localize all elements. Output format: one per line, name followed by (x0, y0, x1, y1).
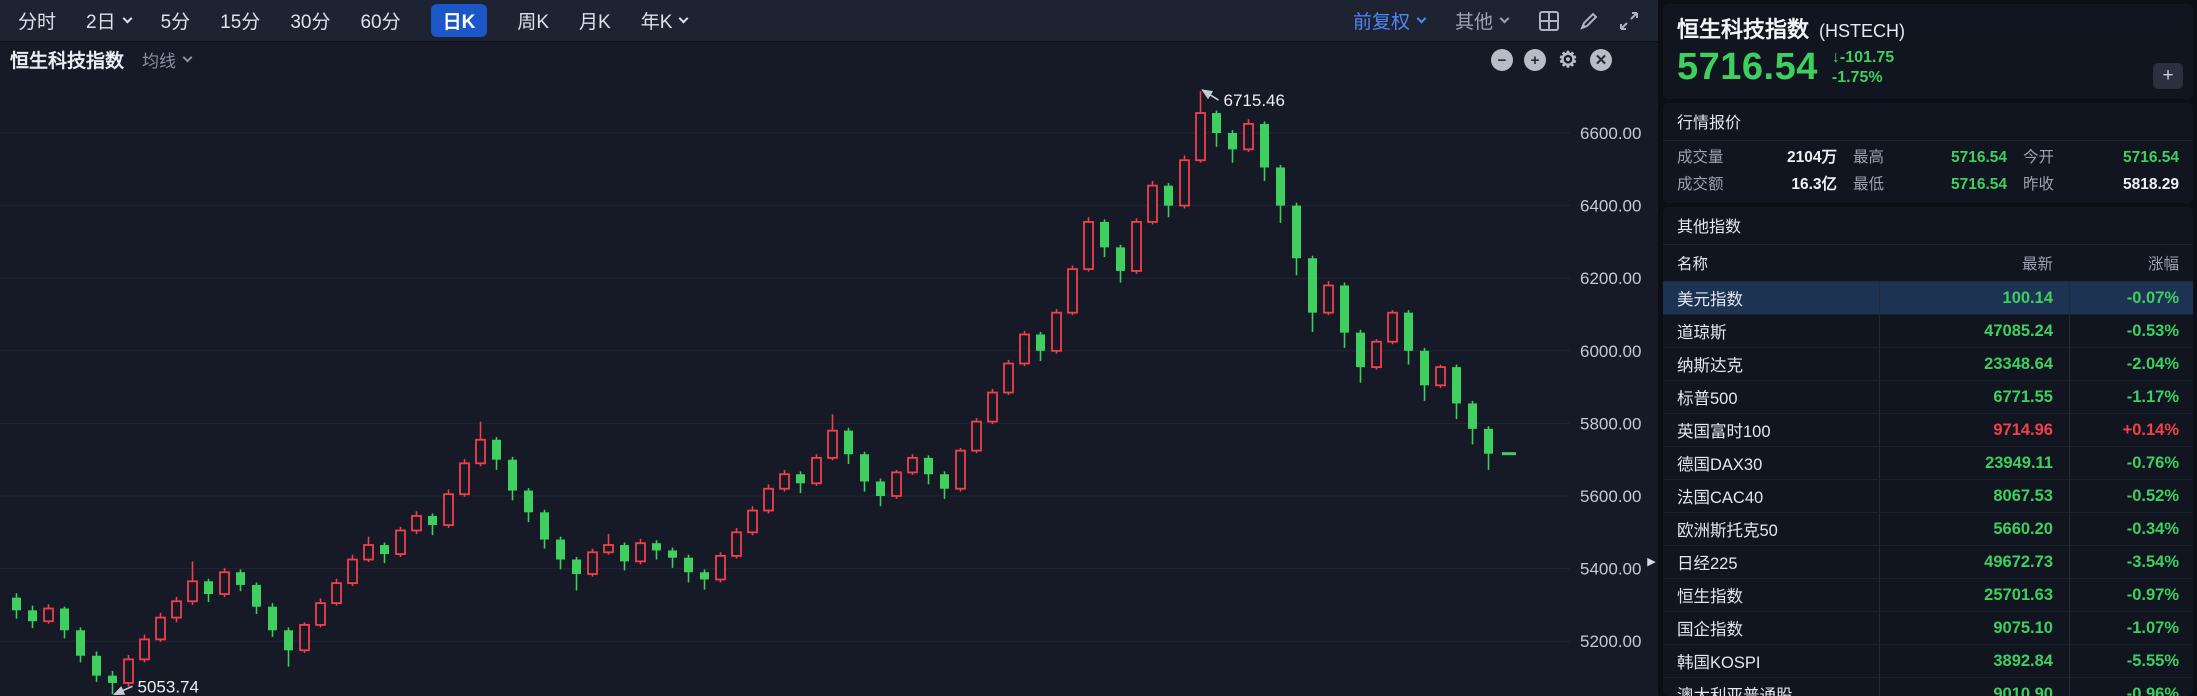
indices-section-title: 其他指数 (1663, 207, 2193, 245)
quote-field-成交量: 成交量2104万 (1677, 146, 1853, 169)
svg-text:6200.00: 6200.00 (1580, 269, 1641, 288)
period-5分[interactable]: 5分 (161, 7, 191, 34)
draw-brush-icon[interactable] (1578, 10, 1600, 32)
index-row-恒生指数[interactable]: 恒生指数25701.63-0.97% (1663, 579, 2193, 612)
indices-table-body: 美元指数100.14-0.07%道琼斯47085.24-0.53%纳斯达克233… (1663, 282, 2193, 696)
index-row-道琼斯[interactable]: 道琼斯47085.24-0.53% (1663, 315, 2193, 348)
chevron-down-icon (1500, 14, 1510, 24)
index-row-韩国KOSPI[interactable]: 韩国KOSPI3892.84-5.55% (1663, 645, 2193, 678)
quote-panel: 恒生科技指数 (HSTECH) 5716.54 ↓-101.75 -1.75% … (1658, 0, 2197, 696)
svg-text:5200.00: 5200.00 (1580, 632, 1641, 651)
kline-chart-pane: 恒生科技指数 均线 − + ⚙ ✕ 6600.006400.006200.006… (0, 42, 1658, 696)
quote-detail-card: 行情报价 成交量2104万最高5716.54今开5716.54 成交额16.3亿最… (1663, 103, 2193, 203)
period-2日[interactable]: 2日 (86, 7, 131, 34)
column-header-name: 名称 (1663, 252, 1879, 274)
toolbar-icons (1538, 10, 1640, 32)
svg-text:6000.00: 6000.00 (1580, 342, 1641, 361)
index-row-国企指数[interactable]: 国企指数9075.10-1.07% (1663, 612, 2193, 645)
ma-indicator-dropdown[interactable]: 均线 (142, 47, 191, 72)
layout-grid-icon[interactable] (1538, 10, 1560, 32)
quote-field-昨收: 昨收5818.29 (2023, 173, 2195, 196)
other-dropdown[interactable]: 其他 (1455, 7, 1508, 34)
period-60分[interactable]: 60分 (360, 7, 400, 34)
period-月K[interactable]: 月K (579, 7, 611, 34)
add-to-watchlist-button[interactable]: + (2153, 63, 2183, 89)
chevron-down-icon (1417, 14, 1427, 24)
fullscreen-icon[interactable] (1618, 10, 1640, 32)
quote-field-最高: 最高5716.54 (1853, 146, 2023, 169)
close-icon[interactable]: ✕ (1590, 49, 1612, 71)
svg-text:6600.00: 6600.00 (1580, 124, 1641, 143)
chart-region: 分时 2日 5分 15分 30分 60分 日K 周K 月K 年K 前复权 其他 恒生科技指数 均线… (0, 0, 1658, 696)
svg-text:6715.46: 6715.46 (1224, 91, 1285, 110)
zoom-in-icon[interactable]: + (1524, 49, 1546, 71)
quote-field-今开: 今开5716.54 (2023, 146, 2195, 169)
trading-app-window: 分时 2日 5分 15分 30分 60分 日K 周K 月K 年K 前复权 其他 恒生科技指数 均线… (0, 0, 2197, 696)
chart-subheader: 恒生科技指数 均线 (10, 46, 191, 73)
index-row-日经225[interactable]: 日经22549672.73-3.54% (1663, 546, 2193, 579)
period-日K[interactable]: 日K (431, 4, 488, 37)
chevron-down-icon (679, 14, 689, 24)
zoom-out-icon[interactable]: − (1491, 49, 1513, 71)
panel-collapse-handle[interactable]: ▶ (1645, 548, 1658, 574)
period-buttons: 分时 2日 5分 15分 30分 60分 日K 周K 月K 年K (18, 4, 687, 37)
column-header-change: 涨幅 (2069, 252, 2193, 274)
column-header-last: 最新 (1879, 252, 2069, 274)
instrument-code: (HSTECH) (1819, 21, 1905, 42)
chart-pane-controls: − + ⚙ ✕ (1491, 49, 1612, 71)
quote-field-最低: 最低5716.54 (1853, 173, 2023, 196)
period-分时[interactable]: 分时 (18, 7, 56, 34)
period-年K[interactable]: 年K (641, 7, 688, 34)
period-toolbar: 分时 2日 5分 15分 30分 60分 日K 周K 月K 年K 前复权 其他 (0, 0, 1658, 42)
quote-fields-grid: 成交量2104万最高5716.54今开5716.54 成交额16.3亿最低5716… (1663, 141, 2193, 203)
ma-label: 均线 (142, 47, 176, 72)
index-row-德国DAX30[interactable]: 德国DAX3023949.11-0.76% (1663, 447, 2193, 480)
indices-table-header: 名称 最新 涨幅 (1663, 245, 2193, 282)
svg-text:5053.74: 5053.74 (138, 677, 199, 696)
instrument-name: 恒生科技指数 (1677, 12, 1809, 44)
period-15分[interactable]: 15分 (220, 7, 260, 34)
index-row-纳斯达克[interactable]: 纳斯达克23348.64-2.04% (1663, 348, 2193, 381)
down-arrow-icon: ↓ (1832, 49, 1840, 66)
svg-text:6400.00: 6400.00 (1580, 197, 1641, 216)
svg-text:5600.00: 5600.00 (1580, 487, 1641, 506)
adjust-mode-dropdown[interactable]: 前复权 (1353, 7, 1425, 34)
adjust-mode-label: 前复权 (1353, 7, 1410, 34)
index-row-英国富时100[interactable]: 英国富时1009714.96+0.14% (1663, 414, 2193, 447)
chart-instrument-title: 恒生科技指数 (10, 46, 124, 73)
index-row-澳大利亚普通股[interactable]: 澳大利亚普通股9010.90-0.96% (1663, 678, 2193, 696)
last-price: 5716.54 (1677, 46, 1818, 89)
candlestick-chart[interactable]: 6600.00 6400.00 6200.00 6000.00 5800.00 5600.… (0, 42, 1658, 696)
settings-gear-icon[interactable]: ⚙ (1557, 49, 1579, 71)
price-change-percent: -1.75% (1832, 68, 1894, 88)
instrument-header-card: 恒生科技指数 (HSTECH) 5716.54 ↓-101.75 -1.75% … (1663, 4, 2193, 99)
svg-text:5800.00: 5800.00 (1580, 414, 1641, 433)
other-label: 其他 (1455, 7, 1493, 34)
quote-section-title: 行情报价 (1663, 103, 2193, 141)
price-change-block: ↓-101.75 -1.75% (1832, 48, 1894, 88)
period-周K[interactable]: 周K (517, 7, 549, 34)
other-indices-card: 其他指数 名称 最新 涨幅 美元指数100.14-0.07%道琼斯47085.2… (1663, 207, 2193, 696)
quote-field-成交额: 成交额16.3亿 (1677, 173, 1853, 196)
price-change: ↓-101.75 (1832, 48, 1894, 68)
chevron-down-icon (122, 14, 132, 24)
index-row-法国CAC40[interactable]: 法国CAC408067.53-0.52% (1663, 480, 2193, 513)
svg-text:5400.00: 5400.00 (1580, 560, 1641, 579)
index-row-美元指数[interactable]: 美元指数100.14-0.07% (1663, 282, 2193, 315)
period-30分[interactable]: 30分 (290, 7, 330, 34)
chevron-down-icon (183, 53, 193, 63)
index-row-标普500[interactable]: 标普5006771.55-1.17% (1663, 381, 2193, 414)
index-row-欧洲斯托克50[interactable]: 欧洲斯托克505660.20-0.34% (1663, 513, 2193, 546)
